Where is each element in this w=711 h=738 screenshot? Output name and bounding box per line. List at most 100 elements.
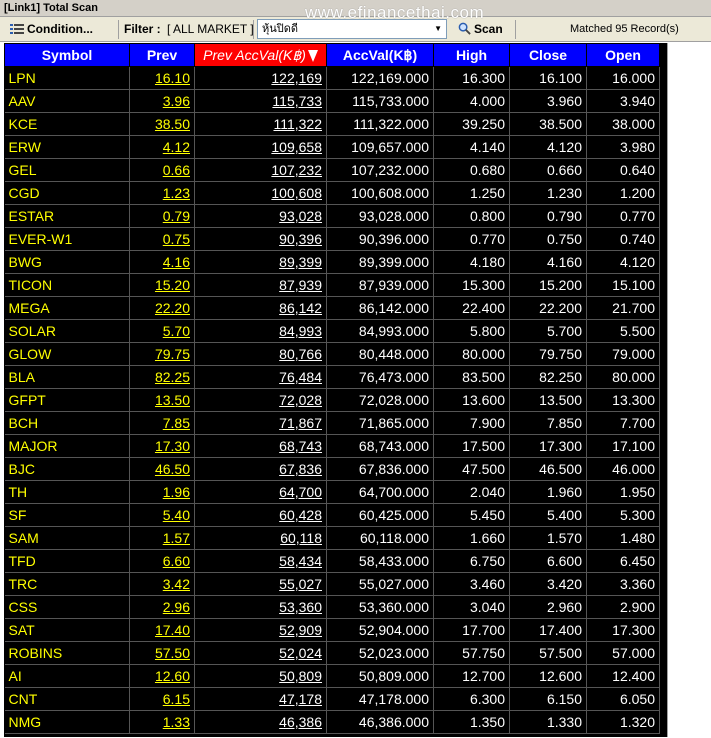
cell-prev-accval[interactable]: 52,909 bbox=[194, 618, 327, 642]
cell-prev-accval[interactable]: 71,867 bbox=[194, 411, 327, 435]
cell-prev-accval[interactable]: 58,434 bbox=[194, 549, 327, 573]
cell-prev-accval[interactable]: 111,322 bbox=[194, 112, 327, 136]
cell-prev-accval[interactable]: 87,939 bbox=[194, 273, 327, 297]
cell-prev-accval[interactable]: 86,142 bbox=[194, 296, 327, 320]
cell-prev[interactable]: 3.42 bbox=[129, 572, 195, 596]
cell-prev[interactable]: 12.60 bbox=[129, 664, 195, 688]
table-row[interactable]: BCH 7.85 71,867 71,865.000 7.900 7.850 7.700 bbox=[4, 411, 660, 435]
cell-prev[interactable]: 13.50 bbox=[129, 388, 195, 412]
cell-prev-accval[interactable]: 53,360 bbox=[194, 595, 327, 619]
cell-prev[interactable]: 7.85 bbox=[129, 411, 195, 435]
table-row[interactable]: TFD 6.60 58,434 58,433.000 6.750 6.600 6.450 bbox=[4, 549, 660, 573]
table-row[interactable]: ESTAR 0.79 93,028 93,028.000 0.800 0.790 0.770 bbox=[4, 204, 660, 228]
table-row[interactable]: SAM 1.57 60,118 60,118.000 1.660 1.570 1.480 bbox=[4, 526, 660, 550]
cell-prev[interactable]: 1.57 bbox=[129, 526, 195, 550]
cell-prev[interactable]: 17.30 bbox=[129, 434, 195, 458]
cell-prev[interactable]: 5.40 bbox=[129, 503, 195, 527]
cell-prev-accval[interactable]: 80,766 bbox=[194, 342, 327, 366]
cell-prev-accval[interactable]: 46,386 bbox=[194, 710, 327, 734]
cell-prev[interactable]: 1.33 bbox=[129, 710, 195, 734]
table-row[interactable]: MAJOR 17.30 68,743 68,743.000 17.500 17.300 17… bbox=[4, 434, 660, 458]
cell-prev-accval[interactable]: 67,836 bbox=[194, 457, 327, 481]
cell-prev[interactable]: 79.75 bbox=[129, 342, 195, 366]
cell-prev-accval[interactable]: 100,608 bbox=[194, 181, 327, 205]
table-row[interactable]: CGD 1.23 100,608 100,608.000 1.250 1.230 1.200 bbox=[4, 181, 660, 205]
table-row[interactable]: CNT 6.15 47,178 47,178.000 6.300 6.150 6.050 bbox=[4, 687, 660, 711]
column-header-accval[interactable]: AccVal(K฿) bbox=[326, 43, 434, 67]
cell-prev-accval[interactable]: 76,484 bbox=[194, 365, 327, 389]
cell-prev[interactable]: 57.50 bbox=[129, 641, 195, 665]
cell-prev-accval[interactable]: 122,169 bbox=[194, 66, 327, 90]
cell-prev-accval[interactable]: 60,118 bbox=[194, 526, 327, 550]
cell-prev[interactable]: 1.96 bbox=[129, 480, 195, 504]
cell-prev-accval[interactable]: 60,428 bbox=[194, 503, 327, 527]
cell-prev-accval[interactable]: 84,993 bbox=[194, 319, 327, 343]
table-row[interactable]: NMG 1.33 46,386 46,386.000 1.350 1.330 1.320 bbox=[4, 710, 660, 734]
table-row[interactable]: KCE 38.50 111,322 111,322.000 39.250 38.500 38… bbox=[4, 112, 660, 136]
cell-prev[interactable]: 15.20 bbox=[129, 273, 195, 297]
cell-prev-accval[interactable]: 90,396 bbox=[194, 227, 327, 251]
cell-prev-accval[interactable]: 107,232 bbox=[194, 158, 327, 182]
table-row[interactable]: TRC 3.42 55,027 55,027.000 3.460 3.420 3.360 bbox=[4, 572, 660, 596]
cell-prev-accval[interactable]: 68,743 bbox=[194, 434, 327, 458]
cell-prev[interactable]: 6.15 bbox=[129, 687, 195, 711]
cell-prev[interactable]: 4.12 bbox=[129, 135, 195, 159]
table-row[interactable]: ERW 4.12 109,658 109,657.000 4.140 4.120 3.980 bbox=[4, 135, 660, 159]
table-row[interactable]: BJC 46.50 67,836 67,836.000 47.500 46.500 46.0… bbox=[4, 457, 660, 481]
table-row[interactable]: GFPT 13.50 72,028 72,028.000 13.600 13.500 13.… bbox=[4, 388, 660, 412]
cell-prev[interactable]: 4.16 bbox=[129, 250, 195, 274]
table-row[interactable]: GLOW 79.75 80,766 80,448.000 80.000 79.750 79.… bbox=[4, 342, 660, 366]
cell-prev-accval[interactable]: 115,733 bbox=[194, 89, 327, 113]
cell-prev-accval[interactable]: 72,028 bbox=[194, 388, 327, 412]
column-header-prev[interactable]: Prev bbox=[129, 43, 195, 67]
table-row[interactable]: ROBINS 57.50 52,024 52,023.000 57.750 57.500 5… bbox=[4, 641, 660, 665]
table-row[interactable]: LPN 16.10 122,169 122,169.000 16.300 16.100 16… bbox=[4, 66, 660, 90]
table-row[interactable]: TH 1.96 64,700 64,700.000 2.040 1.960 1.950 bbox=[4, 480, 660, 504]
column-header-symbol[interactable]: Symbol bbox=[4, 43, 130, 67]
column-header-open[interactable]: Open bbox=[586, 43, 660, 67]
cell-prev-accval[interactable]: 109,658 bbox=[194, 135, 327, 159]
cell-prev[interactable]: 82.25 bbox=[129, 365, 195, 389]
cell-prev-accval[interactable]: 64,700 bbox=[194, 480, 327, 504]
market-filter[interactable]: [ ALL MARKET ] bbox=[167, 20, 254, 38]
table-row[interactable]: SAT 17.40 52,909 52,904.000 17.700 17.400 17.3… bbox=[4, 618, 660, 642]
cell-prev[interactable]: 6.60 bbox=[129, 549, 195, 573]
column-header-prev-accval[interactable]: Prev AccVal(K฿) bbox=[194, 43, 327, 67]
table-row[interactable]: TICON 15.20 87,939 87,939.000 15.300 15.200 15… bbox=[4, 273, 660, 297]
table-row[interactable]: CSS 2.96 53,360 53,360.000 3.040 2.960 2.900 bbox=[4, 595, 660, 619]
cell-prev[interactable]: 5.70 bbox=[129, 319, 195, 343]
table-row[interactable]: AI 12.60 50,809 50,809.000 12.700 12.600 12.40… bbox=[4, 664, 660, 688]
cell-prev[interactable]: 1.23 bbox=[129, 181, 195, 205]
cell-prev[interactable]: 2.96 bbox=[129, 595, 195, 619]
table-row[interactable]: BWG 4.16 89,399 89,399.000 4.180 4.160 4.120 bbox=[4, 250, 660, 274]
table-row[interactable]: SOLAR 5.70 84,993 84,993.000 5.800 5.700 5.500 bbox=[4, 319, 660, 343]
condition-select[interactable]: หุ้นปิดดี ▼ bbox=[257, 19, 447, 39]
cell-prev-accval[interactable]: 55,027 bbox=[194, 572, 327, 596]
table-row[interactable]: EVER-W1 0.75 90,396 90,396.000 0.770 0.750 0.7… bbox=[4, 227, 660, 251]
cell-prev-accval[interactable]: 93,028 bbox=[194, 204, 327, 228]
table-row[interactable]: BLA 82.25 76,484 76,473.000 83.500 82.250 80.0… bbox=[4, 365, 660, 389]
cell-prev[interactable]: 17.40 bbox=[129, 618, 195, 642]
column-header-close[interactable]: Close bbox=[509, 43, 587, 67]
table-row[interactable]: SF 5.40 60,428 60,425.000 5.450 5.400 5.300 bbox=[4, 503, 660, 527]
cell-prev[interactable]: 16.10 bbox=[129, 66, 195, 90]
cell-prev[interactable]: 0.75 bbox=[129, 227, 195, 251]
cell-prev-accval[interactable]: 52,024 bbox=[194, 641, 327, 665]
scan-button[interactable]: Scan bbox=[458, 20, 503, 38]
table-row[interactable]: GEL 0.66 107,232 107,232.000 0.680 0.660 0.640 bbox=[4, 158, 660, 182]
cell-prev[interactable]: 0.66 bbox=[129, 158, 195, 182]
cell-prev-accval[interactable]: 47,178 bbox=[194, 687, 327, 711]
cell-prev[interactable]: 3.96 bbox=[129, 89, 195, 113]
cell-prev[interactable]: 22.20 bbox=[129, 296, 195, 320]
list-icon bbox=[10, 24, 24, 34]
condition-button[interactable]: Condition... bbox=[6, 20, 97, 38]
results-grid[interactable]: Symbol Prev Prev AccVal(K฿) AccVal(K฿) H… bbox=[4, 43, 667, 737]
table-row[interactable]: MEGA 22.20 86,142 86,142.000 22.400 22.200 21.… bbox=[4, 296, 660, 320]
column-header-high[interactable]: High bbox=[433, 43, 510, 67]
cell-prev-accval[interactable]: 50,809 bbox=[194, 664, 327, 688]
cell-prev[interactable]: 0.79 bbox=[129, 204, 195, 228]
table-row[interactable]: AAV 3.96 115,733 115,733.000 4.000 3.960 3.940 bbox=[4, 89, 660, 113]
cell-prev-accval[interactable]: 89,399 bbox=[194, 250, 327, 274]
cell-prev[interactable]: 38.50 bbox=[129, 112, 195, 136]
cell-prev[interactable]: 46.50 bbox=[129, 457, 195, 481]
